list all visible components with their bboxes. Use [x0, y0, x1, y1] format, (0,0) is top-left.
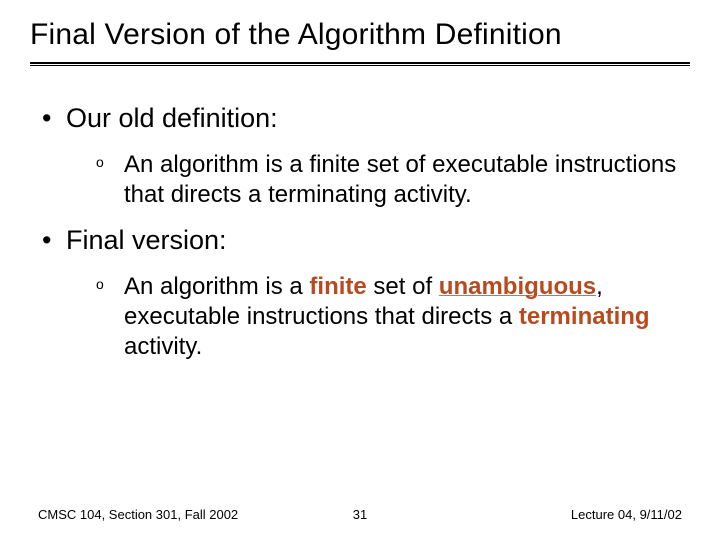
title-rule	[30, 62, 690, 66]
bullet-old-definition: Our old definition: An algorithm is a fi…	[38, 102, 690, 210]
footer-right: Lecture 04, 9/11/02	[571, 507, 682, 522]
sub-list: An algorithm is a finite set of executab…	[66, 150, 690, 210]
sub-text-part: An algorithm is a	[124, 273, 309, 300]
keyword-terminating: terminating	[519, 303, 650, 330]
footer-left: CMSC 104, Section 301, Fall 2002	[38, 507, 238, 522]
slide: Final Version of the Algorithm Definitio…	[0, 0, 720, 540]
keyword-unambiguous: unambiguous	[439, 273, 596, 300]
slide-title: Final Version of the Algorithm Definitio…	[30, 18, 690, 52]
slide-content: Our old definition: An algorithm is a fi…	[30, 74, 690, 362]
sub-item: An algorithm is a finite set of executab…	[96, 150, 690, 210]
bullet-heading: Our old definition:	[66, 103, 278, 133]
keyword-finite: finite	[309, 273, 366, 300]
footer-page-number: 31	[353, 507, 367, 522]
bullet-list: Our old definition: An algorithm is a fi…	[30, 102, 690, 362]
sub-text-part: set of	[367, 273, 439, 300]
bullet-heading: Final version:	[66, 225, 227, 255]
sub-list: An algorithm is a finite set of unambigu…	[66, 272, 690, 362]
footer: CMSC 104, Section 301, Fall 2002 31 Lect…	[0, 507, 720, 522]
sub-item: An algorithm is a finite set of unambigu…	[96, 272, 690, 362]
sub-text-part: activity.	[124, 333, 202, 360]
sub-text: An algorithm is a finite set of executab…	[124, 151, 676, 208]
bullet-final-version: Final version: An algorithm is a finite …	[38, 224, 690, 362]
